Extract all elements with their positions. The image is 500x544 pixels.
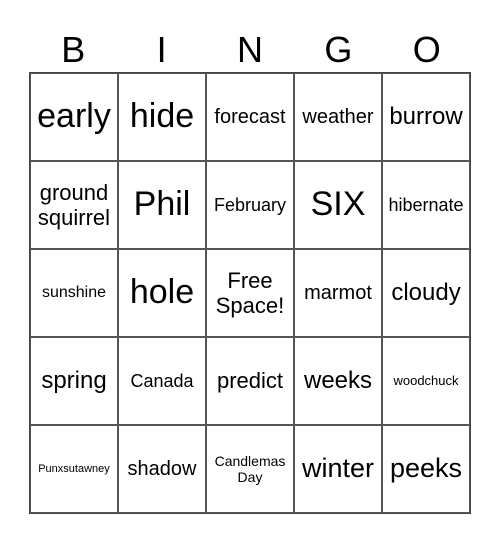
- bingo-cell[interactable]: forecast: [206, 73, 294, 161]
- bingo-cell[interactable]: Phil: [118, 161, 206, 249]
- bingo-cell[interactable]: Canada: [118, 337, 206, 425]
- bingo-cell[interactable]: peeks: [382, 425, 470, 513]
- bingo-cell[interactable]: hole: [118, 249, 206, 337]
- bingo-cell[interactable]: weeks: [294, 337, 382, 425]
- bingo-cell[interactable]: Candlemas Day: [206, 425, 294, 513]
- bingo-cell[interactable]: Punxsutawney: [30, 425, 118, 513]
- bingo-cell[interactable]: hibernate: [382, 161, 470, 249]
- header-letter-b: B: [61, 29, 86, 70]
- bingo-cell[interactable]: marmot: [294, 249, 382, 337]
- bingo-cell[interactable]: SIX: [294, 161, 382, 249]
- bingo-cell[interactable]: spring: [30, 337, 118, 425]
- bingo-cell[interactable]: winter: [294, 425, 382, 513]
- header-letter-o: O: [412, 29, 441, 70]
- bingo-cell[interactable]: February: [206, 161, 294, 249]
- bingo-cell[interactable]: hide: [118, 73, 206, 161]
- bingo-cell[interactable]: predict: [206, 337, 294, 425]
- bingo-grid: early hide forecast weather burrow groun…: [29, 72, 471, 514]
- bingo-cell[interactable]: ground squirrel: [30, 161, 118, 249]
- bingo-cell[interactable]: weather: [294, 73, 382, 161]
- header-letter-g: G: [324, 29, 353, 70]
- free-space-cell[interactable]: Free Space!: [206, 249, 294, 337]
- bingo-cell[interactable]: cloudy: [382, 249, 470, 337]
- header-letter-n: N: [236, 29, 263, 70]
- bingo-cell[interactable]: early: [30, 73, 118, 161]
- header-letter-i: I: [156, 29, 167, 70]
- bingo-cell[interactable]: woodchuck: [382, 337, 470, 425]
- bingo-cell[interactable]: burrow: [382, 73, 470, 161]
- bingo-cell[interactable]: shadow: [118, 425, 206, 513]
- bingo-cell[interactable]: sunshine: [30, 249, 118, 337]
- bingo-header: B I N G O: [29, 28, 471, 72]
